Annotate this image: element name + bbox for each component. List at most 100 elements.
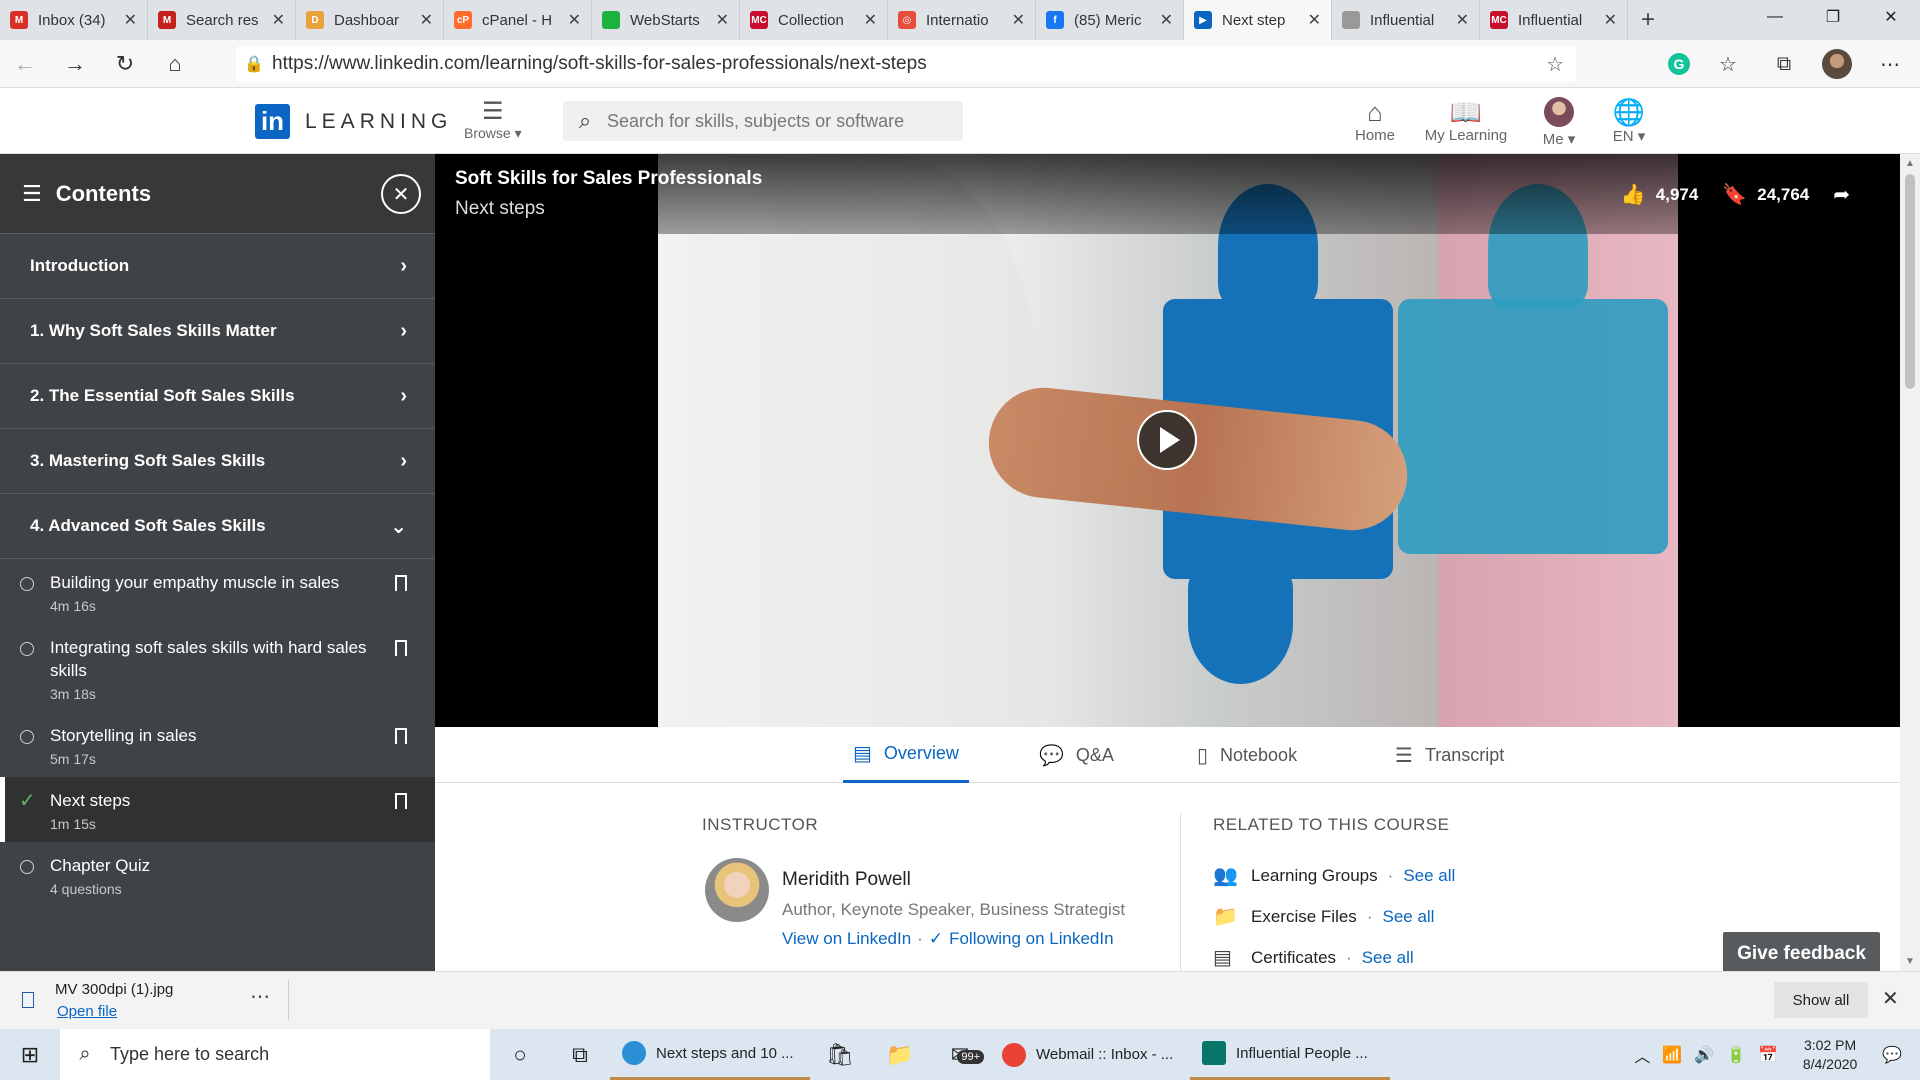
- taskbar-clock[interactable]: 3:02 PM 8/4/2020: [1790, 1036, 1870, 1074]
- forward-button[interactable]: →: [50, 42, 100, 86]
- bookmark-icon[interactable]: [395, 640, 407, 662]
- show-all-downloads-button[interactable]: Show all: [1774, 982, 1868, 1018]
- chapter-introduction[interactable]: Introduction ›: [0, 234, 435, 299]
- browse-menu[interactable]: ☰ Browse ▾: [464, 99, 522, 142]
- browser-tab[interactable]: MC Influential ✕: [1480, 0, 1628, 40]
- see-all-link[interactable]: See all: [1382, 907, 1434, 927]
- nav-my-learning[interactable]: 📖 My Learning: [1422, 97, 1510, 144]
- wifi-icon[interactable]: 📶: [1662, 1045, 1682, 1065]
- chapter-3[interactable]: 3. Mastering Soft Sales Skills ›: [0, 429, 435, 494]
- taskbar-app-edge[interactable]: Next steps and 10 ...: [610, 1029, 810, 1080]
- volume-icon[interactable]: 🔊: [1694, 1045, 1714, 1065]
- close-tab-icon[interactable]: ✕: [1604, 10, 1617, 30]
- scrollbar-thumb[interactable]: [1905, 174, 1915, 389]
- following-link[interactable]: Following on LinkedIn: [949, 929, 1113, 949]
- close-tab-icon[interactable]: ✕: [864, 10, 877, 30]
- close-tab-icon[interactable]: ✕: [272, 10, 285, 30]
- taskbar-search-field[interactable]: ⌕ Type here to search: [60, 1029, 490, 1080]
- bookmark-icon[interactable]: [395, 575, 407, 597]
- tab-notebook[interactable]: ▯ Notebook: [1197, 727, 1297, 783]
- minimize-button[interactable]: —: [1746, 0, 1804, 34]
- home-button[interactable]: ⌂: [150, 42, 200, 86]
- battery-icon[interactable]: 🔋: [1726, 1045, 1746, 1065]
- close-window-button[interactable]: ✕: [1862, 0, 1920, 34]
- maximize-button[interactable]: ❐: [1804, 0, 1862, 34]
- browser-tab[interactable]: WebStarts ✕: [592, 0, 740, 40]
- lesson-item[interactable]: Integrating soft sales skills with hard …: [0, 624, 435, 712]
- settings-more-icon[interactable]: ⋯: [1872, 52, 1908, 77]
- close-tab-icon[interactable]: ✕: [568, 10, 581, 30]
- lesson-item-active[interactable]: ✓ Next steps 1m 15s: [0, 777, 435, 842]
- scroll-down-arrow-icon[interactable]: ▼: [1905, 956, 1915, 967]
- open-file-link[interactable]: Open file: [57, 1003, 117, 1020]
- tab-transcript[interactable]: ☰ Transcript: [1395, 727, 1504, 783]
- new-tab-button[interactable]: +: [1628, 0, 1668, 40]
- scroll-up-arrow-icon[interactable]: ▲: [1905, 158, 1915, 169]
- browser-tab[interactable]: D Dashboar ✕: [296, 0, 444, 40]
- play-button[interactable]: [1137, 410, 1197, 470]
- instructor-avatar[interactable]: [705, 858, 769, 922]
- calendar-notification-icon[interactable]: 📅: [1758, 1045, 1778, 1065]
- close-tab-icon[interactable]: ✕: [716, 10, 729, 30]
- url-field[interactable]: 🔒 https://www.linkedin.com/learning/soft…: [236, 46, 1576, 82]
- back-button[interactable]: ←: [0, 42, 50, 86]
- chapter-2[interactable]: 2. The Essential Soft Sales Skills ›: [0, 364, 435, 429]
- nav-home[interactable]: ⌂ Home: [1352, 97, 1398, 144]
- view-on-linkedin-link[interactable]: View on LinkedIn: [782, 929, 911, 949]
- tab-overview[interactable]: ▤ Overview: [843, 727, 969, 783]
- like-icon[interactable]: 👍: [1621, 182, 1646, 207]
- browser-tab[interactable]: ◎ Internatio ✕: [888, 0, 1036, 40]
- nav-me[interactable]: Me ▾: [1534, 97, 1584, 148]
- close-tab-icon[interactable]: ✕: [420, 10, 433, 30]
- see-all-link[interactable]: See all: [1403, 866, 1455, 886]
- video-player[interactable]: Soft Skills for Sales Professionals Next…: [435, 154, 1900, 727]
- close-tab-icon[interactable]: ✕: [1160, 10, 1173, 30]
- browser-tab[interactable]: ▶ Next step ✕: [1184, 0, 1332, 40]
- instructor-name[interactable]: Meridith Powell: [782, 869, 911, 891]
- bookmark-icon[interactable]: [395, 793, 407, 815]
- tab-qa[interactable]: 💬 Q&A: [1039, 727, 1114, 783]
- page-scrollbar[interactable]: ▲ ▼: [1900, 154, 1920, 971]
- cortana-icon[interactable]: ○: [490, 1042, 550, 1068]
- windows-start-icon[interactable]: ⊞: [0, 1042, 60, 1068]
- file-explorer-icon[interactable]: 📁: [870, 1042, 930, 1068]
- browser-tab[interactable]: MC Collection ✕: [740, 0, 888, 40]
- close-tab-icon[interactable]: ✕: [1012, 10, 1025, 30]
- close-sidebar-button[interactable]: ✕: [381, 174, 421, 214]
- see-all-link[interactable]: See all: [1362, 948, 1414, 968]
- lesson-item[interactable]: Building your empathy muscle in sales 4m…: [0, 559, 435, 624]
- save-bookmark-icon[interactable]: 🔖: [1722, 182, 1747, 207]
- favorites-icon[interactable]: ☆: [1710, 52, 1746, 77]
- search-input[interactable]: ⌕ Search for skills, subjects or softwar…: [563, 101, 963, 141]
- download-file-name[interactable]: MV 300dpi (1).jpg: [55, 981, 173, 998]
- browser-tab[interactable]: f (85) Meric ✕: [1036, 0, 1184, 40]
- browser-profile-avatar[interactable]: [1822, 49, 1852, 79]
- lesson-item-quiz[interactable]: Chapter Quiz 4 questions: [0, 842, 435, 907]
- close-download-bar-icon[interactable]: ✕: [1882, 986, 1899, 1011]
- chevron-up-icon[interactable]: ︿: [1634, 1043, 1650, 1067]
- chapter-1[interactable]: 1. Why Soft Sales Skills Matter ›: [0, 299, 435, 364]
- taskbar-app-chrome[interactable]: Webmail :: Inbox - ...: [990, 1029, 1190, 1080]
- close-tab-icon[interactable]: ✕: [1308, 10, 1321, 30]
- mail-icon[interactable]: ✉99+: [930, 1042, 990, 1068]
- collections-icon[interactable]: ⧉: [1766, 53, 1802, 76]
- browser-tab[interactable]: Influential ✕: [1332, 0, 1480, 40]
- bookmark-icon[interactable]: [395, 728, 407, 750]
- taskbar-app-publisher[interactable]: Influential People ...: [1190, 1029, 1390, 1080]
- close-tab-icon[interactable]: ✕: [124, 10, 137, 30]
- browser-tab[interactable]: cP cPanel - H ✕: [444, 0, 592, 40]
- more-options-icon[interactable]: ⋯: [250, 984, 270, 1009]
- linkedin-learning-logo[interactable]: in LEARNING: [255, 104, 452, 139]
- lesson-item[interactable]: Storytelling in sales 5m 17s: [0, 712, 435, 777]
- browser-tab[interactable]: M Inbox (34) ✕: [0, 0, 148, 40]
- task-view-icon[interactable]: ⧉: [550, 1042, 610, 1068]
- favorite-star-icon[interactable]: ☆: [1546, 52, 1564, 77]
- close-tab-icon[interactable]: ✕: [1456, 10, 1469, 30]
- store-icon[interactable]: 🛍: [810, 1042, 870, 1068]
- action-center-icon[interactable]: 💬: [1882, 1045, 1902, 1065]
- browser-tab[interactable]: M Search res ✕: [148, 0, 296, 40]
- nav-language[interactable]: 🌐 EN ▾: [1606, 97, 1652, 145]
- share-icon[interactable]: ➦: [1833, 182, 1850, 207]
- grammarly-extension-icon[interactable]: G: [1668, 53, 1690, 75]
- chapter-4[interactable]: 4. Advanced Soft Sales Skills ⌄: [0, 494, 435, 559]
